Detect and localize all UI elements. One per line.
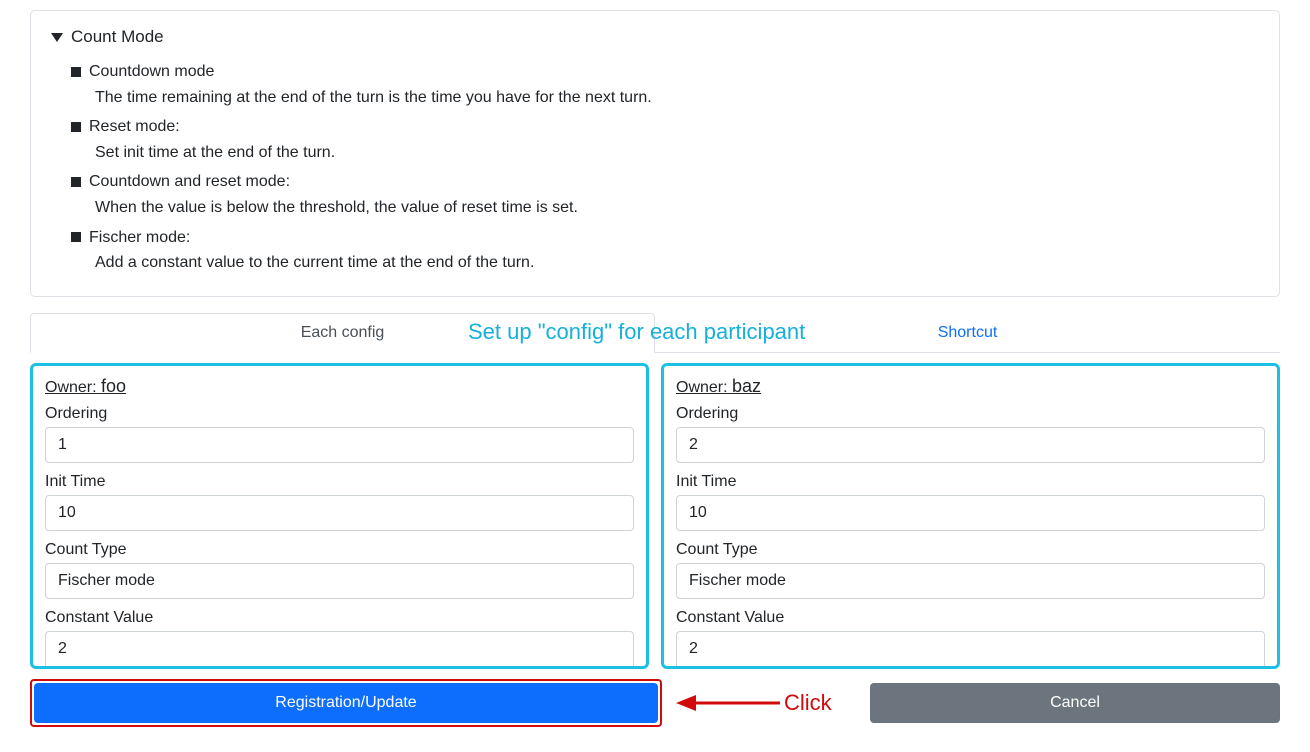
mode-desc: Set init time at the end of the turn. <box>71 140 1259 166</box>
init-time-input[interactable] <box>676 495 1265 531</box>
ordering-input[interactable] <box>676 427 1265 463</box>
init-time-label: Init Time <box>45 473 634 491</box>
square-bullet-icon <box>71 232 81 242</box>
actions-row: Registration/Update Click Cancel <box>30 679 1280 727</box>
tab-shortcut[interactable]: Shortcut <box>655 313 1280 353</box>
count-type-label: Count Type <box>45 541 634 559</box>
arrow-left-icon <box>676 693 780 713</box>
config-panel-baz: Owner: baz Ordering Init Time Count Type… <box>661 363 1280 669</box>
owner-prefix: Owner: <box>676 379 728 396</box>
config-panel-foo: Owner: foo Ordering Init Time Count Type… <box>30 363 649 669</box>
mode-name: Countdown and reset mode: <box>89 169 290 195</box>
mode-item: Fischer mode: Add a constant value to th… <box>71 225 1259 276</box>
mode-item: Reset mode: Set init time at the end of … <box>71 114 1259 165</box>
count-type-input[interactable] <box>45 563 634 599</box>
configs-row: Owner: foo Ordering Init Time Count Type… <box>30 363 1280 669</box>
click-label: Click <box>784 690 832 716</box>
tab-each-config[interactable]: Each config <box>30 313 655 353</box>
square-bullet-icon <box>71 122 81 132</box>
chevron-down-icon <box>51 33 63 42</box>
mode-desc: Add a constant value to the current time… <box>71 250 1259 276</box>
cancel-button[interactable]: Cancel <box>870 683 1280 723</box>
count-mode-card: Count Mode Countdown mode The time remai… <box>30 10 1280 297</box>
ordering-input[interactable] <box>45 427 634 463</box>
owner-prefix: Owner: <box>45 379 97 396</box>
count-type-input[interactable] <box>676 563 1265 599</box>
square-bullet-icon <box>71 67 81 77</box>
register-highlight: Registration/Update <box>30 679 662 727</box>
count-type-label: Count Type <box>676 541 1265 559</box>
constant-value-input[interactable] <box>45 631 634 666</box>
init-time-input[interactable] <box>45 495 634 531</box>
init-time-label: Init Time <box>676 473 1265 491</box>
square-bullet-icon <box>71 177 81 187</box>
count-mode-title: Count Mode <box>71 27 164 47</box>
ordering-label: Ordering <box>676 405 1265 423</box>
config-tabs: Each config Shortcut Set up "config" for… <box>30 313 1280 353</box>
mode-name: Countdown mode <box>89 59 214 85</box>
ordering-label: Ordering <box>45 405 634 423</box>
mode-item: Countdown mode The time remaining at the… <box>71 59 1259 110</box>
mode-item: Countdown and reset mode: When the value… <box>71 169 1259 220</box>
owner-line: Owner: foo <box>45 376 634 397</box>
click-annotation: Click <box>676 683 856 723</box>
constant-value-label: Constant Value <box>676 609 1265 627</box>
constant-value-input[interactable] <box>676 631 1265 666</box>
owner-name: baz <box>732 376 761 396</box>
count-mode-list: Countdown mode The time remaining at the… <box>51 59 1259 276</box>
constant-value-label: Constant Value <box>45 609 634 627</box>
count-mode-summary[interactable]: Count Mode <box>51 27 1259 47</box>
mode-desc: When the value is below the threshold, t… <box>71 195 1259 221</box>
register-button[interactable]: Registration/Update <box>34 683 658 723</box>
mode-name: Fischer mode: <box>89 225 190 251</box>
mode-desc: The time remaining at the end of the tur… <box>71 85 1259 111</box>
mode-name: Reset mode: <box>89 114 180 140</box>
owner-line: Owner: baz <box>676 376 1265 397</box>
owner-name: foo <box>101 376 126 396</box>
